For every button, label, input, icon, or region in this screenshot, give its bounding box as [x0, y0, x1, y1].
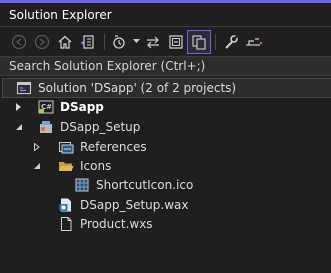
chevron-expanded-icon: [34, 163, 40, 169]
title-bar: Solution Explorer: [0, 3, 331, 27]
chevron-expanded-icon: [16, 124, 22, 130]
sync-with-active-document-icon: [147, 36, 159, 48]
tree-item-dsapp[interactable]: C# DSapp: [14, 97, 104, 117]
switch-views-button[interactable]: [77, 31, 99, 53]
tree-item-references[interactable]: References: [32, 137, 147, 157]
tree-item-label: Solution 'DSapp' (2 of 2 projects): [38, 81, 237, 95]
toolbar: [0, 27, 331, 56]
collapse-all-icon: [169, 34, 183, 49]
tree-item-label: DSapp_Setup: [60, 120, 141, 134]
tree-item-icons-folder[interactable]: Icons: [32, 156, 111, 176]
pending-changes-filter-button[interactable]: [109, 31, 131, 53]
tree-item-wax-file[interactable]: DSapp_Setup.wax: [58, 195, 188, 215]
solution-icon: [16, 80, 32, 96]
chevron-down-icon: [132, 39, 140, 43]
forward-button[interactable]: [31, 31, 53, 53]
search-placeholder: Search Solution Explorer (Ctrl+;): [9, 59, 206, 73]
tree-item-label: DSapp: [60, 100, 104, 114]
tree-item-shortcut-icon[interactable]: ShortcutIcon.ico: [74, 175, 193, 195]
toolbar-separator: [104, 33, 105, 50]
search-input[interactable]: Search Solution Explorer (Ctrl+;): [0, 56, 331, 76]
tree-item-label: Product.wxs: [80, 217, 153, 231]
switch-views-icon: [81, 34, 94, 49]
tree-item-label: DSapp_Setup.wax: [80, 198, 189, 212]
tree-item-dsapp-setup[interactable]: DSapp_Setup: [14, 117, 140, 137]
home-icon: [58, 35, 72, 49]
show-all-files-button[interactable]: [187, 29, 211, 54]
forward-arrow-icon: [34, 34, 50, 49]
sync-with-active-document-button[interactable]: [142, 31, 164, 53]
back-button[interactable]: [8, 31, 30, 53]
filter-dropdown-button[interactable]: [132, 31, 140, 53]
setup-project-icon: [38, 119, 54, 135]
open-folder-icon: [58, 158, 74, 174]
properties-button[interactable]: [220, 31, 242, 53]
home-button[interactable]: [54, 31, 76, 53]
preview-selected-items-button[interactable]: [243, 31, 265, 53]
window-title: Solution Explorer: [9, 8, 112, 22]
svg-text:C#: C#: [41, 103, 52, 111]
properties-icon: [225, 34, 238, 49]
collapse-arrow[interactable]: [32, 156, 42, 176]
collapse-all-button[interactable]: [165, 31, 187, 53]
toolbar-separator: [215, 33, 216, 50]
preview-selected-items-icon: [246, 37, 262, 46]
chevron-right-outline-icon: [34, 143, 40, 151]
tree-item-label: ShortcutIcon.ico: [96, 178, 194, 192]
tree-item-label: References: [80, 140, 147, 154]
back-arrow-icon: [11, 34, 27, 49]
references-icon: [58, 139, 74, 155]
csharp-project-icon: C#: [38, 99, 54, 115]
document-icon: [58, 216, 74, 232]
expand-arrow[interactable]: [32, 137, 42, 157]
image-file-icon: [74, 177, 90, 193]
chevron-right-icon: [16, 103, 21, 111]
tree-item-label: Icons: [80, 159, 112, 173]
wax-file-icon: [58, 197, 74, 213]
tree-item-solution[interactable]: Solution 'DSapp' (2 of 2 projects): [2, 78, 331, 98]
pending-changes-filter-icon: [113, 34, 125, 49]
collapse-arrow[interactable]: [14, 117, 24, 137]
show-all-files-icon: [192, 34, 206, 50]
tree-item-product-wxs[interactable]: Product.wxs: [58, 214, 153, 234]
expand-arrow[interactable]: [14, 97, 24, 117]
